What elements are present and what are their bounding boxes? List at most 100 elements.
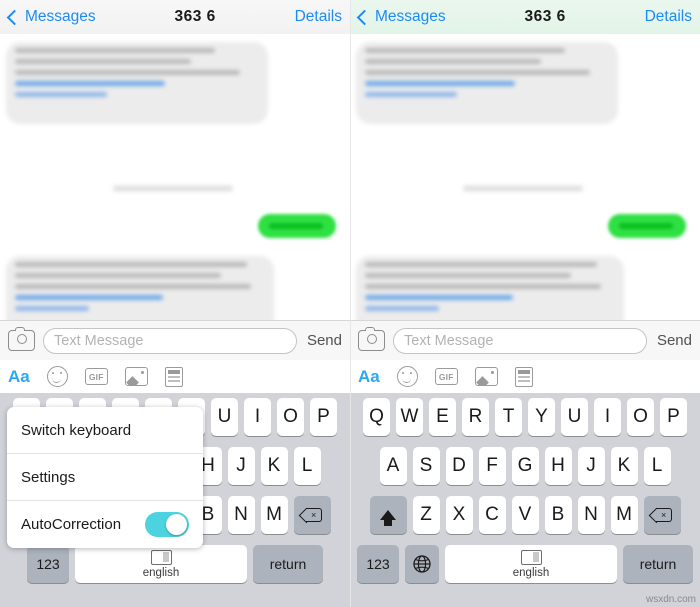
message-input[interactable]: Text Message <box>393 327 647 354</box>
key-j[interactable]: J <box>227 447 255 485</box>
imessage-app-strip: Aa GIF <box>350 360 700 393</box>
photos-icon[interactable] <box>124 367 148 386</box>
chevron-left-icon <box>356 9 373 25</box>
key-a[interactable]: A <box>379 447 407 485</box>
key-b[interactable]: B <box>544 496 572 534</box>
keyboard-row-1: Q W E R T Y U I O P <box>350 398 700 436</box>
conversation-title: 363 6 <box>174 8 216 25</box>
message-bubble-incoming <box>356 42 618 124</box>
numbers-key[interactable]: 123 <box>357 545 399 583</box>
key-o[interactable]: O <box>277 398 304 436</box>
back-to-messages-button[interactable]: Messages <box>6 8 96 26</box>
delete-key[interactable]: × <box>643 496 681 534</box>
key-l[interactable]: L <box>293 447 321 485</box>
watermark: wsxdn.com <box>645 594 696 605</box>
delete-icon: × <box>652 508 672 522</box>
key-y[interactable]: Y <box>528 398 555 436</box>
imessage-app-strip: Aa GIF <box>0 360 350 393</box>
message-bubble-outgoing <box>608 214 686 238</box>
key-u[interactable]: U <box>561 398 588 436</box>
key-r[interactable]: R <box>462 398 489 436</box>
gif-icon[interactable]: GIF <box>84 368 108 385</box>
conversation-thread <box>350 34 700 320</box>
autocorrection-toggle[interactable] <box>145 512 189 537</box>
phone-screen-right: Messages 363 6 Details Text Message Send <box>350 0 700 607</box>
phone-screen-left: Messages 363 6 Details Text Message Send <box>0 0 350 607</box>
key-s[interactable]: S <box>412 447 440 485</box>
key-i[interactable]: I <box>244 398 271 436</box>
conversation-thread <box>0 34 350 320</box>
message-input[interactable]: Text Message <box>43 327 297 354</box>
bubble-text-line <box>365 273 571 278</box>
key-w[interactable]: W <box>396 398 423 436</box>
keyboard-row-4: 123 english return <box>350 545 700 583</box>
key-g[interactable]: G <box>511 447 539 485</box>
chevron-left-icon <box>6 9 23 25</box>
back-to-messages-button[interactable]: Messages <box>356 8 446 26</box>
aa-icon[interactable]: Aa <box>358 367 380 387</box>
key-d[interactable]: D <box>445 447 473 485</box>
key-n[interactable]: N <box>577 496 605 534</box>
smiley-icon[interactable] <box>46 366 68 387</box>
bubble-text-line <box>365 284 601 289</box>
details-button[interactable]: Details <box>295 8 342 26</box>
key-e[interactable]: E <box>429 398 456 436</box>
key-k[interactable]: K <box>260 447 288 485</box>
camera-icon[interactable] <box>8 327 35 351</box>
key-v[interactable]: V <box>511 496 539 534</box>
bubble-text-line <box>269 223 323 229</box>
popup-item-switch-keyboard[interactable]: Switch keyboard <box>7 407 203 454</box>
conversation-title: 363 6 <box>524 8 566 25</box>
bubble-text-line <box>365 48 565 53</box>
key-m[interactable]: M <box>610 496 638 534</box>
space-key[interactable]: english <box>445 545 617 583</box>
key-x[interactable]: X <box>445 496 473 534</box>
key-q[interactable]: Q <box>363 398 390 436</box>
on-screen-keyboard: Q W E R T Y U I O P A S D F G H J K L Z <box>350 393 700 607</box>
key-i[interactable]: I <box>594 398 621 436</box>
details-button[interactable]: Details <box>645 8 692 26</box>
key-o[interactable]: O <box>627 398 654 436</box>
key-t[interactable]: T <box>495 398 522 436</box>
key-f[interactable]: F <box>478 447 506 485</box>
send-button[interactable]: Send <box>307 332 342 349</box>
key-p[interactable]: P <box>660 398 687 436</box>
bubble-link-line <box>15 92 107 97</box>
bubble-link-line <box>365 92 457 97</box>
message-bubble-incoming <box>6 42 268 124</box>
delete-key[interactable]: × <box>293 496 331 534</box>
gif-icon[interactable]: GIF <box>434 368 458 385</box>
key-m[interactable]: M <box>260 496 288 534</box>
return-key[interactable]: return <box>623 545 693 583</box>
key-k[interactable]: K <box>610 447 638 485</box>
bubble-text-line <box>15 48 215 53</box>
send-button[interactable]: Send <box>657 332 692 349</box>
bubble-text-line <box>15 273 221 278</box>
numbers-key[interactable]: 123 <box>27 545 69 583</box>
globe-key[interactable] <box>405 545 439 583</box>
photos-icon[interactable] <box>474 367 498 386</box>
shift-key[interactable] <box>369 496 407 534</box>
timestamp-placeholder <box>113 186 233 191</box>
popup-item-settings[interactable]: Settings <box>7 454 203 501</box>
key-p[interactable]: P <box>310 398 337 436</box>
key-z[interactable]: Z <box>412 496 440 534</box>
key-h[interactable]: H <box>544 447 572 485</box>
space-key[interactable]: english <box>75 545 247 583</box>
key-l[interactable]: L <box>643 447 671 485</box>
app-store-icon[interactable] <box>164 366 183 387</box>
key-c[interactable]: C <box>478 496 506 534</box>
popup-label: AutoCorrection <box>21 516 122 533</box>
app-store-icon[interactable] <box>514 366 533 387</box>
popup-item-autocorrection[interactable]: AutoCorrection <box>7 501 203 548</box>
key-n[interactable]: N <box>227 496 255 534</box>
back-label: Messages <box>375 8 446 25</box>
popup-label: Switch keyboard <box>21 421 132 439</box>
return-key[interactable]: return <box>253 545 323 583</box>
key-j[interactable]: J <box>577 447 605 485</box>
key-u[interactable]: U <box>211 398 238 436</box>
camera-icon[interactable] <box>358 327 385 351</box>
space-key-label: english <box>142 566 180 579</box>
smiley-icon[interactable] <box>396 366 418 387</box>
aa-icon[interactable]: Aa <box>8 367 30 387</box>
